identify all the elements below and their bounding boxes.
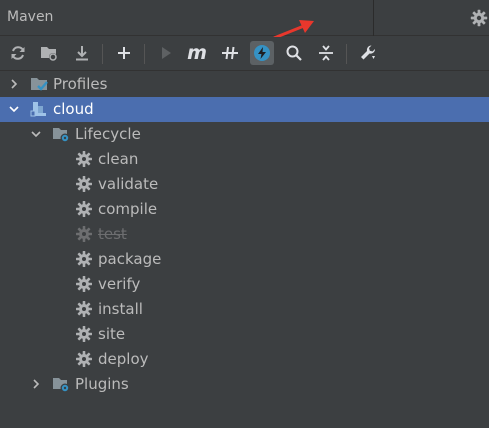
tree-item-label: cloud xyxy=(53,100,94,118)
toggle-offline-icon xyxy=(222,46,238,60)
maven-tool-window: Maven m Profiles cloud Lifecycle clean v… xyxy=(0,0,489,428)
generate-sources-icon xyxy=(41,47,57,61)
search-button[interactable] xyxy=(282,41,306,65)
reload-button[interactable] xyxy=(6,41,30,65)
maven-module-icon xyxy=(30,102,46,117)
run-icon xyxy=(162,47,171,59)
goal-gear-icon xyxy=(76,226,92,242)
plugins-folder-icon xyxy=(53,378,70,393)
tree-item-goal-validate[interactable]: validate xyxy=(0,172,489,197)
tree-item-profiles[interactable]: Profiles xyxy=(0,72,489,97)
tree-item-goal-install[interactable]: install xyxy=(0,297,489,322)
chevron-right-icon[interactable] xyxy=(8,78,20,90)
profiles-folder-icon xyxy=(31,78,48,91)
skip-tests-icon xyxy=(254,45,270,61)
lifecycle-folder-icon xyxy=(53,128,70,143)
add-button[interactable] xyxy=(112,41,136,65)
tree-item-project-cloud[interactable]: cloud xyxy=(0,97,489,122)
tree-item-goal-site[interactable]: site xyxy=(0,322,489,347)
goal-label: test xyxy=(98,225,127,243)
goal-label: site xyxy=(98,325,126,343)
tree-item-lifecycle[interactable]: Lifecycle xyxy=(0,122,489,147)
goal-gear-icon xyxy=(76,326,92,342)
tree-item-goal-clean[interactable]: clean xyxy=(0,147,489,172)
tree-item-goal-package[interactable]: package xyxy=(0,247,489,272)
chevron-right-icon[interactable] xyxy=(30,378,42,390)
goal-gear-icon xyxy=(76,201,92,217)
add-icon xyxy=(118,47,130,59)
execute-goal-button[interactable]: m xyxy=(185,41,209,65)
goal-gear-icon xyxy=(76,176,92,192)
goal-label: validate xyxy=(98,175,159,193)
goal-label: compile xyxy=(98,200,158,218)
maven-toolbar: m xyxy=(0,37,489,71)
settings-gear-icon[interactable] xyxy=(470,9,488,27)
header-divider xyxy=(373,0,374,36)
search-icon xyxy=(286,45,302,61)
tool-window-title: Maven xyxy=(7,9,54,25)
run-button[interactable] xyxy=(154,41,178,65)
tree-item-goal-compile[interactable]: compile xyxy=(0,197,489,222)
tree-item-goal-verify[interactable]: verify xyxy=(0,272,489,297)
chevron-down-icon[interactable] xyxy=(30,128,42,140)
tree-item-label: Profiles xyxy=(53,75,108,93)
generate-sources-button[interactable] xyxy=(37,41,61,65)
toggle-offline-button[interactable] xyxy=(218,41,242,65)
goal-gear-icon xyxy=(76,301,92,317)
goal-label: verify xyxy=(98,275,141,293)
goal-gear-icon xyxy=(76,276,92,292)
tool-window-header: Maven xyxy=(0,0,489,36)
goal-label: package xyxy=(98,250,162,268)
execute-goal-icon: m xyxy=(187,41,207,64)
toolbar-separator xyxy=(144,44,145,64)
goal-label: deploy xyxy=(98,350,149,368)
toolbar-separator xyxy=(346,44,347,64)
tree-item-label: Plugins xyxy=(75,375,129,393)
collapse-all-button[interactable] xyxy=(314,41,338,65)
chevron-down-icon[interactable] xyxy=(8,103,20,115)
maven-settings-button[interactable] xyxy=(356,41,380,65)
goal-gear-icon xyxy=(76,151,92,167)
skip-tests-button[interactable] xyxy=(250,41,274,65)
goal-label: clean xyxy=(98,150,139,168)
collapse-all-icon xyxy=(319,45,333,61)
tree-item-goal-deploy[interactable]: deploy xyxy=(0,347,489,372)
reload-icon xyxy=(11,46,25,60)
wrench-icon xyxy=(361,45,376,60)
tree-item-label: Lifecycle xyxy=(75,125,141,143)
goal-gear-icon xyxy=(76,351,92,367)
toolbar-separator xyxy=(102,44,103,64)
goal-label: install xyxy=(98,300,143,318)
tree-item-plugins[interactable]: Plugins xyxy=(0,372,489,397)
goal-gear-icon xyxy=(76,251,92,267)
download-icon xyxy=(76,46,88,61)
tree-item-goal-test[interactable]: test xyxy=(0,222,489,247)
download-button[interactable] xyxy=(70,41,94,65)
